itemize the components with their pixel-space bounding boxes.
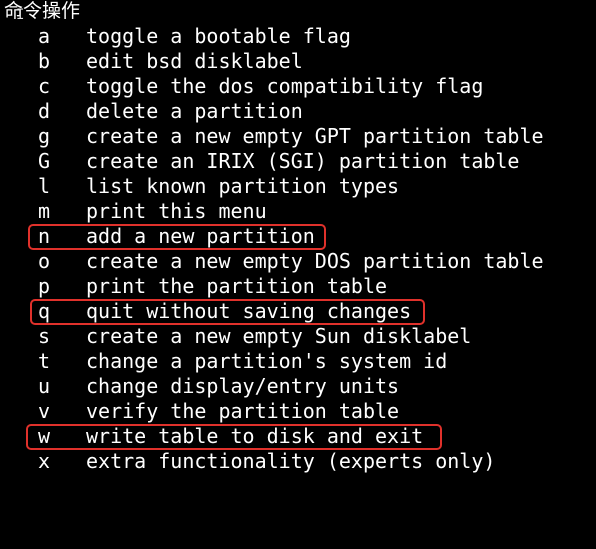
command-key: o: [38, 249, 51, 273]
command-description: toggle a bootable flag: [86, 24, 351, 48]
command-row-t: t change a partition's system id: [0, 349, 596, 374]
command-key: c: [38, 74, 51, 98]
command-description: print the partition table: [86, 274, 388, 298]
command-key: G: [38, 149, 51, 173]
command-key: x: [38, 449, 51, 473]
command-description: create a new empty Sun disklabel: [86, 324, 472, 348]
command-row-G: G create an IRIX (SGI) partition table: [0, 149, 596, 174]
command-description: create a new empty GPT partition table: [86, 124, 544, 148]
command-key: g: [38, 124, 51, 148]
command-description: delete a partition: [86, 99, 303, 123]
command-description: create an IRIX (SGI) partition table: [86, 149, 520, 173]
highlight-box-q: [30, 299, 425, 325]
command-row-p: p print the partition table: [0, 274, 596, 299]
terminal-window: 命令操作 I a toggle a bootable flag b edit b…: [0, 0, 596, 479]
command-description: print this menu: [86, 199, 267, 223]
command-description: change display/entry units: [86, 374, 400, 398]
command-key: v: [38, 399, 51, 423]
command-row-d: d delete a partition: [0, 99, 596, 124]
command-key: a: [38, 24, 51, 48]
command-description: edit bsd disklabel: [86, 49, 303, 73]
command-row-l: l list known partition types: [0, 174, 596, 199]
command-description: list known partition types: [86, 174, 400, 198]
command-key: p: [38, 274, 51, 298]
command-description: change a partition's system id: [86, 349, 448, 373]
command-key: b: [38, 49, 51, 73]
command-key: t: [38, 349, 51, 373]
command-row-m: m print this menu: [0, 199, 596, 224]
command-row-c: c toggle the dos compatibility flag: [0, 74, 596, 99]
highlight-box-w: [26, 424, 442, 450]
command-description: extra functionality (experts only): [86, 449, 496, 473]
command-row-s: s create a new empty Sun disklabel: [0, 324, 596, 349]
command-description: verify the partition table: [86, 399, 400, 423]
text-cursor-icon: I: [16, 7, 25, 23]
command-row-g: g create a new empty GPT partition table: [0, 124, 596, 149]
command-row-v: v verify the partition table: [0, 399, 596, 424]
command-row-u: u change display/entry units: [0, 374, 596, 399]
command-row-b: b edit bsd disklabel: [0, 49, 596, 74]
command-description: toggle the dos compatibility flag: [86, 74, 484, 98]
command-key: m: [38, 199, 51, 223]
command-key: d: [38, 99, 51, 123]
command-key: u: [38, 374, 51, 398]
command-row-a: a toggle a bootable flag: [0, 24, 596, 49]
command-row-x: x extra functionality (experts only): [0, 449, 596, 474]
command-row-o: o create a new empty DOS partition table: [0, 249, 596, 274]
command-key: l: [38, 174, 51, 198]
command-description: create a new empty DOS partition table: [86, 249, 544, 273]
command-key: s: [38, 324, 51, 348]
highlight-box-n: [28, 224, 326, 250]
